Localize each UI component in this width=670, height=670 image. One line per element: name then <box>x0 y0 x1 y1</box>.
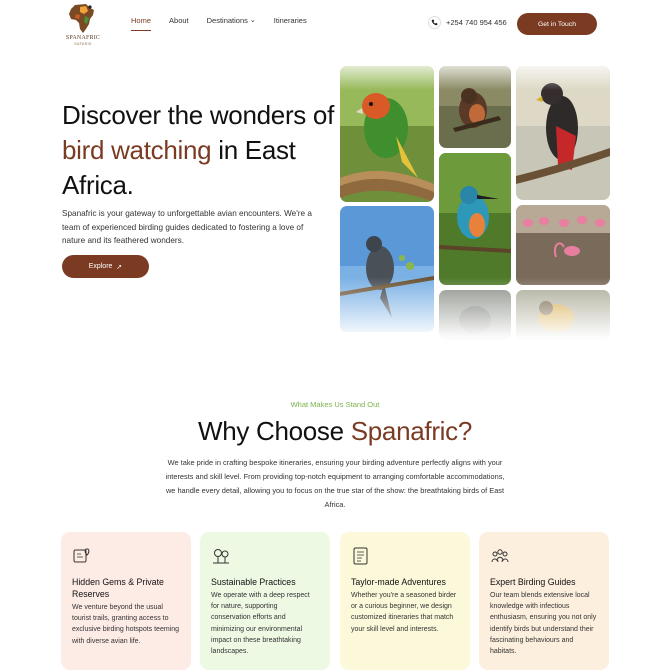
photo-brown-bird <box>439 66 511 148</box>
phone-icon <box>428 16 441 29</box>
nav-destinations-label: Destinations <box>206 16 248 25</box>
feature-card-taylor-made: Taylor-made Adventures Whether you're a … <box>340 532 470 670</box>
photo-lovebird <box>340 66 434 202</box>
hero-title-part1: Discover the wonders of <box>62 100 335 130</box>
photo-starling <box>340 206 434 332</box>
feature-card-expert-guides: Expert Birding Guides Our team blends ex… <box>479 532 609 670</box>
explore-button[interactable]: Explore ➚ <box>62 255 149 278</box>
nav-itineraries[interactable]: Itineraries <box>274 16 307 25</box>
feature-text: Whether you're a seasoned birder or a cu… <box>351 592 457 633</box>
section-title-part1: Why Choose <box>197 416 351 446</box>
brand-name: SPANAFRIC <box>65 35 101 41</box>
nav-home[interactable]: Home <box>131 16 152 32</box>
nav-about[interactable]: About <box>169 16 189 25</box>
section-title-accent: Spanafric? <box>350 416 473 446</box>
arrow-icon: ➚ <box>116 263 123 271</box>
feature-title: Hidden Gems & Private Reserves <box>72 577 164 599</box>
nav-links: Home About Destinations ⌄ Itineraries <box>131 16 325 32</box>
section-title: Why Choose Spanafric? <box>0 416 670 447</box>
phone-contact[interactable]: +254 740 954 456 <box>428 16 507 29</box>
photo-kingfisher <box>439 153 511 285</box>
team-icon <box>491 549 509 563</box>
hero-title: Discover the wonders of bird watching in… <box>62 98 337 203</box>
feature-card-sustainable: Sustainable Practices We operate with a … <box>200 532 330 670</box>
get-in-touch-button[interactable]: Get in Touch <box>517 13 597 35</box>
photo-yellow-bird <box>516 290 610 340</box>
itinerary-icon <box>353 547 368 565</box>
photo-grey-bird <box>439 290 511 340</box>
phone-number: +254 740 954 456 <box>446 18 507 27</box>
section-eyebrow: What Makes Us Stand Out <box>290 400 380 409</box>
tree-icon <box>213 549 229 564</box>
brand-tagline: SAFARIS <box>74 42 92 46</box>
chevron-down-icon: ⌄ <box>249 17 256 24</box>
explore-label: Explore <box>88 263 113 270</box>
feature-title: Taylor-made Adventures <box>351 577 446 587</box>
feature-text: We venture beyond the usual tourist trai… <box>72 604 180 645</box>
feature-text: We operate with a deep respect for natur… <box>211 592 310 656</box>
nav-destinations[interactable]: Destinations ⌄ <box>207 16 256 25</box>
hero-title-accent: bird watching <box>62 135 212 165</box>
brand-logo[interactable]: SPANAFRIC SAFARIS <box>62 2 104 48</box>
feature-title: Expert Birding Guides <box>490 577 576 587</box>
feature-card-hidden-gems: Hidden Gems & Private Reserves We ventur… <box>61 532 191 670</box>
feature-title: Sustainable Practices <box>211 577 296 587</box>
photo-flamingos <box>516 205 610 285</box>
feature-text: Our team blends extensive local knowledg… <box>490 592 597 656</box>
section-description: We take pride in crafting bespoke itiner… <box>165 458 505 509</box>
map-pin-icon <box>73 548 90 563</box>
photo-turaco <box>516 66 610 200</box>
hero-description: Spanafric is your gateway to unforgettab… <box>62 209 312 245</box>
top-nav: SPANAFRIC SAFARIS Home About Destination… <box>0 0 670 50</box>
africa-map-icon <box>69 4 94 33</box>
